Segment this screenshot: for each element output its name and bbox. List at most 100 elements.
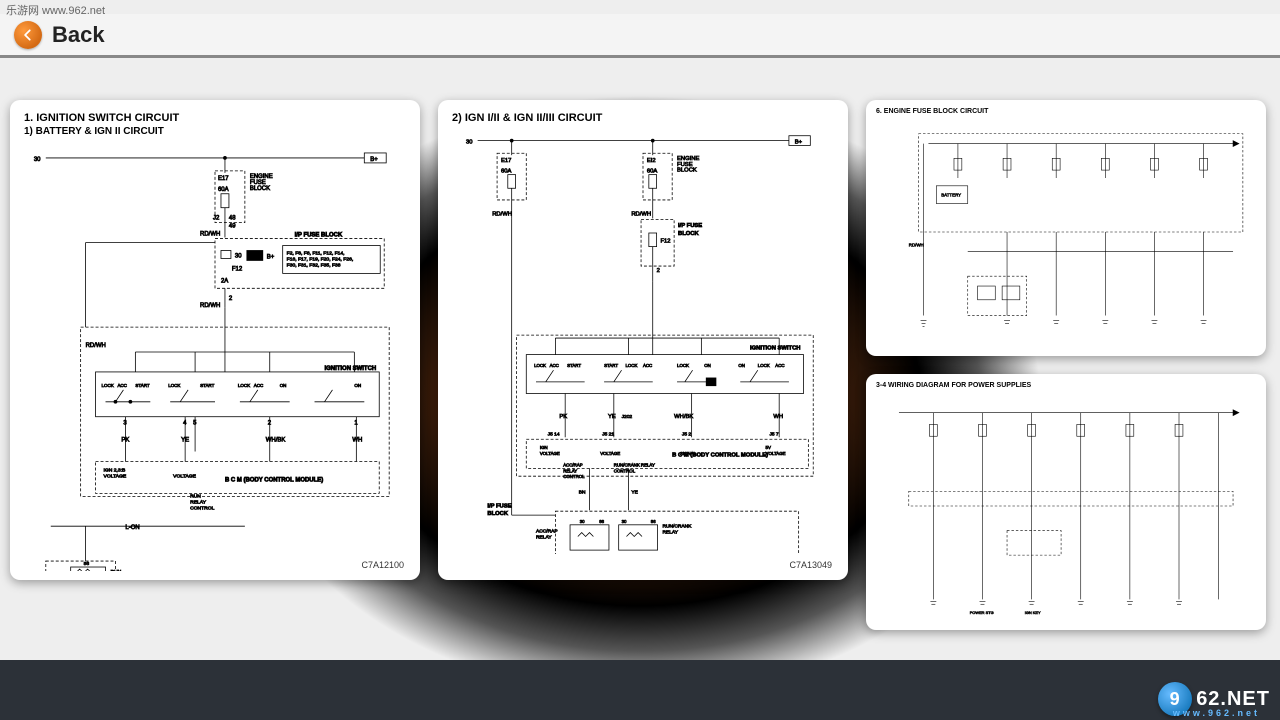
svg-text:ACC: ACC <box>775 363 784 368</box>
svg-text:EI2: EI2 <box>647 158 656 164</box>
diagram-gallery: 1. IGNITION SWITCH CIRCUIT 1) BATTERY & … <box>10 100 1270 630</box>
svg-text:IGNITION SWITCH: IGNITION SWITCH <box>750 346 801 352</box>
bottom-bar <box>0 660 1280 720</box>
svg-text:RUNRELAY: RUNRELAY <box>110 569 127 571</box>
svg-text:J5 2: J5 2 <box>682 431 691 437</box>
svg-text:RD/WH: RD/WH <box>200 303 220 309</box>
svg-text:2A: 2A <box>221 278 228 284</box>
diagram-card-3[interactable]: 6. ENGINE FUSE BLOCK CIRCUIT BATTERY <box>866 100 1266 356</box>
svg-text:WH/BK: WH/BK <box>266 438 286 444</box>
back-icon[interactable] <box>14 21 42 49</box>
svg-text:RELAY: RELAY <box>536 534 552 540</box>
svg-text:START: START <box>567 363 581 368</box>
svg-text:BLOCK: BLOCK <box>487 511 509 517</box>
svg-text:LOCK: LOCK <box>102 383 114 388</box>
svg-text:ON: ON <box>704 363 711 368</box>
svg-text:B+: B+ <box>370 157 378 163</box>
svg-text:START: START <box>200 383 215 388</box>
svg-text:BATTERY: BATTERY <box>941 193 961 198</box>
diagram-4: POWER STG IGN KEY <box>876 393 1256 619</box>
svg-text:POWER STG: POWER STG <box>970 610 994 615</box>
svg-text:2: 2 <box>657 268 660 274</box>
svg-text:ENGINEFUSEBLOCK: ENGINEFUSEBLOCK <box>250 174 273 192</box>
svg-text:30: 30 <box>622 519 627 524</box>
svg-text:F2, F6, F8, F11, F12, F14,F16,: F2, F6, F8, F11, F12, F14,F16, F17, F19,… <box>287 250 354 268</box>
svg-text:START: START <box>604 363 618 368</box>
svg-text:RUN/CRANK RELAY: RUN/CRANK RELAY <box>614 462 655 467</box>
svg-text:BLOCK: BLOCK <box>678 231 700 237</box>
card3-title: 6. ENGINE FUSE BLOCK CIRCUIT <box>876 108 1256 115</box>
logo-sub: www.962.net <box>1173 708 1260 718</box>
svg-text:LOCK: LOCK <box>625 363 637 368</box>
svg-text:E17: E17 <box>218 176 229 182</box>
svg-text:WH: WH <box>352 438 362 444</box>
svg-text:CONTROL: CONTROL <box>614 468 636 473</box>
svg-text:48: 48 <box>229 216 236 222</box>
svg-text:RELAY: RELAY <box>662 530 678 536</box>
svg-text:ACC: ACC <box>550 363 559 368</box>
svg-text:E17: E17 <box>501 158 511 164</box>
diagram-1: 30 B+ ENGINEFUSEBLOCK E17 60A J2 48 49 R… <box>24 143 406 571</box>
svg-text:IGNITION SWITCH: IGNITION SWITCH <box>324 366 376 372</box>
svg-text:ACC: ACC <box>643 363 652 368</box>
svg-text:IGN 2,3:B: IGN 2,3:B <box>104 467 127 473</box>
svg-text:IGN: IGN <box>540 445 548 450</box>
svg-text:LOCK: LOCK <box>534 363 546 368</box>
svg-text:WH: WH <box>773 414 783 420</box>
svg-text:I/P FUSE BLOCK: I/P FUSE BLOCK <box>295 233 343 239</box>
svg-text:VOLTAGE: VOLTAGE <box>104 473 127 479</box>
card1-title1: 1. IGNITION SWITCH CIRCUIT <box>24 112 406 124</box>
diagram-card-4[interactable]: 3-4 WIRING DIAGRAM FOR POWER SUPPLIES <box>866 374 1266 630</box>
svg-text:ON: ON <box>280 383 287 388</box>
svg-text:30: 30 <box>34 157 41 163</box>
svg-text:ACC/RAP: ACC/RAP <box>536 529 558 535</box>
svg-text:PK: PK <box>559 414 567 420</box>
svg-text:60A: 60A <box>647 169 657 175</box>
svg-text:ENGINEFUSEBLOCK: ENGINEFUSEBLOCK <box>677 156 699 174</box>
svg-text:RD/WH: RD/WH <box>909 243 924 248</box>
svg-text:60A: 60A <box>501 169 511 175</box>
svg-text:VOLTAGE: VOLTAGE <box>766 451 786 456</box>
svg-text:J202: J202 <box>622 414 633 420</box>
svg-text:86: 86 <box>651 519 656 524</box>
svg-text:WH/BK: WH/BK <box>674 414 693 420</box>
svg-text:J5 21: J5 21 <box>602 431 614 437</box>
svg-text:SIGNAL: SIGNAL <box>680 451 697 456</box>
diagram-card-2[interactable]: 2) IGN I/II & IGN II/III CIRCUIT 30 B+ E… <box>438 100 848 580</box>
svg-text:PK: PK <box>121 438 129 444</box>
svg-text:RD/WH: RD/WH <box>492 211 512 217</box>
svg-text:VOLTAGE: VOLTAGE <box>173 473 196 479</box>
svg-text:YE: YE <box>631 490 638 496</box>
card2-title1: 2) IGN I/II & IGN II/III CIRCUIT <box>452 112 834 124</box>
card4-title: 3-4 WIRING DIAGRAM FOR POWER SUPPLIES <box>876 382 1256 389</box>
svg-text:RUN/CRANK: RUN/CRANK <box>662 524 692 530</box>
svg-text:B+: B+ <box>795 140 803 146</box>
svg-text:IGN KEY: IGN KEY <box>1025 610 1041 615</box>
svg-text:VOLTAGE: VOLTAGE <box>540 451 560 456</box>
svg-text:LOCK: LOCK <box>238 383 250 388</box>
svg-text:LOCK: LOCK <box>677 363 689 368</box>
diagram-card-1[interactable]: 1. IGNITION SWITCH CIRCUIT 1) BATTERY & … <box>10 100 420 580</box>
card1-code: C7A12100 <box>361 560 404 570</box>
top-bar: Back <box>0 14 1280 58</box>
svg-text:86: 86 <box>84 561 90 567</box>
svg-text:CONTROL: CONTROL <box>563 474 585 479</box>
svg-text:ACC: ACC <box>117 383 127 388</box>
svg-text:I/P FUSE: I/P FUSE <box>678 223 702 229</box>
svg-text:60A: 60A <box>218 187 229 193</box>
svg-text:B+: B+ <box>267 254 275 260</box>
svg-text:I/P FUSE: I/P FUSE <box>487 503 511 509</box>
svg-text:J5 7: J5 7 <box>769 431 778 437</box>
svg-text:RD/WH: RD/WH <box>631 211 651 217</box>
svg-text:LOCK: LOCK <box>168 383 180 388</box>
card2-code: C7A13049 <box>789 560 832 570</box>
svg-text:ON: ON <box>738 363 745 368</box>
svg-text:RD/WH: RD/WH <box>200 232 220 238</box>
svg-text:START: START <box>135 383 150 388</box>
svg-text:30: 30 <box>466 140 473 146</box>
diagram-3: BATTERY RD/WH <box>876 119 1256 345</box>
back-button[interactable]: Back <box>52 22 105 48</box>
svg-text:49: 49 <box>229 224 236 230</box>
svg-text:B C M (BODY CONTROL MODULE): B C M (BODY CONTROL MODULE) <box>225 477 323 483</box>
site-logo: 9 62.NET www.962.net <box>1158 682 1270 716</box>
